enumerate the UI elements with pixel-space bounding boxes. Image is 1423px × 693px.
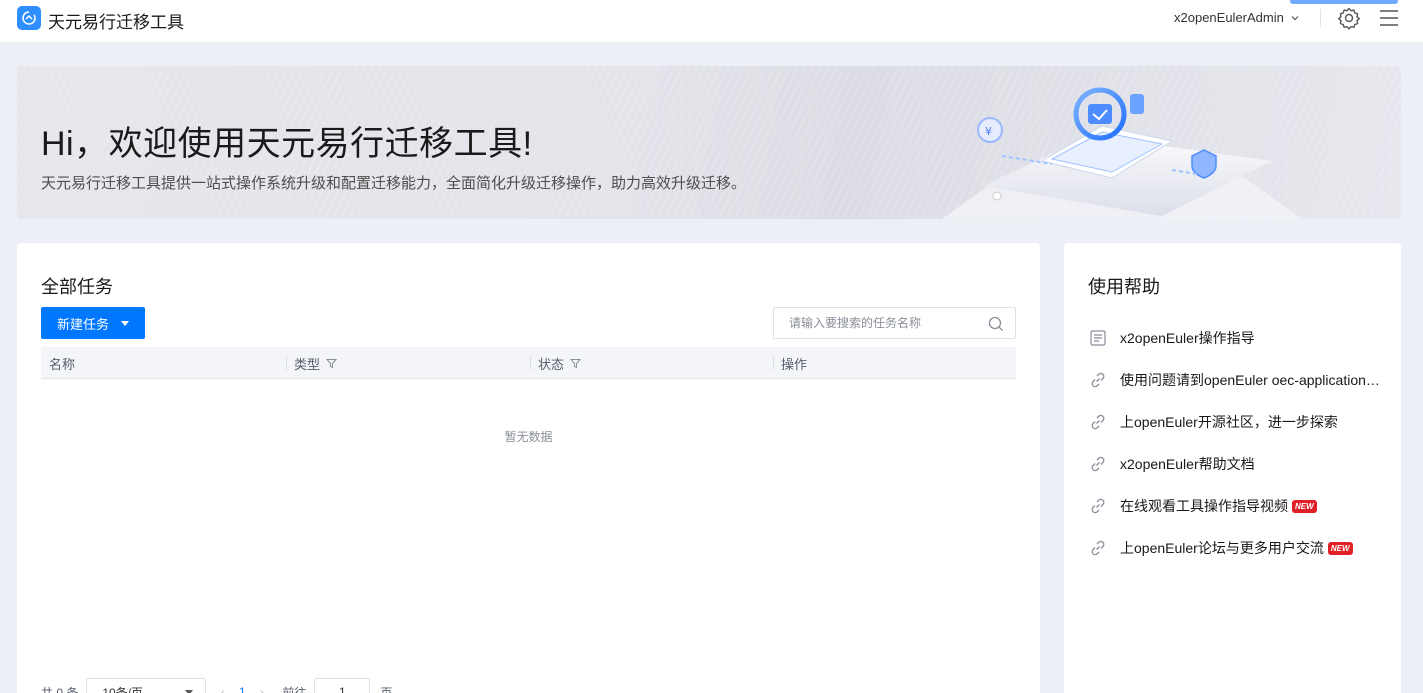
link-icon — [1091, 456, 1105, 472]
column-header-name: 名称 — [41, 347, 286, 379]
help-item-label: x2openEuler操作指导 — [1120, 330, 1255, 346]
help-item-operation-guide[interactable]: x2openEuler操作指导 — [1088, 317, 1388, 359]
app-logo-icon — [17, 6, 41, 30]
banner-illustration: ¥ — [942, 87, 1302, 219]
task-search-input[interactable] — [774, 316, 979, 330]
column-label-actions: 操作 — [781, 356, 808, 372]
hamburger-menu-icon[interactable] — [1378, 7, 1400, 29]
banner-title: Hi，欢迎使用天元易行迁移工具! — [41, 125, 533, 163]
new-task-button[interactable]: 新建任务 — [41, 307, 145, 339]
empty-state-text: 暂无数据 — [504, 430, 553, 444]
goto-label: 前往 — [282, 685, 307, 693]
help-item-community[interactable]: 上openEuler开源社区，进一步探索 — [1088, 401, 1388, 443]
help-item-help-docs[interactable]: x2openEuler帮助文档 — [1088, 443, 1388, 485]
tasks-table-header: 名称 类型 状态 操作 — [41, 347, 1016, 379]
help-list: x2openEuler操作指导 使用问题请到openEuler oec-appl… — [1088, 317, 1388, 569]
top-bar: 天元易行迁移工具 x2openEulerAdmin — [0, 0, 1423, 42]
tasks-title: 全部任务 — [41, 277, 113, 297]
column-header-actions: 操作 — [773, 347, 1016, 379]
filter-icon[interactable] — [326, 358, 338, 369]
column-label-name: 名称 — [49, 356, 76, 372]
column-label-type: 类型 — [294, 356, 321, 372]
total-count: 共 0 条 — [41, 685, 79, 693]
task-search-box — [773, 307, 1016, 339]
user-menu[interactable]: x2openEulerAdmin — [1174, 10, 1300, 25]
tasks-card: 全部任务 新建任务 名称 类型 状态 操作 暂无数据 共 0 条 10条/页 — [17, 243, 1040, 693]
help-item-forum[interactable]: 上openEuler论坛与更多用户交流 NEW — [1088, 527, 1388, 569]
link-icon — [1091, 498, 1105, 514]
new-task-label: 新建任务 — [56, 316, 109, 332]
new-badge: NEW — [1327, 541, 1353, 555]
help-item-label: 使用问题请到openEuler oec-application提交issue — [1120, 372, 1388, 388]
header-divider — [1320, 9, 1321, 27]
help-item-label: 上openEuler开源社区，进一步探索 — [1120, 414, 1338, 430]
document-icon — [1090, 330, 1106, 346]
page-size-value: 10条/页 — [102, 685, 144, 693]
help-item-submit-issue[interactable]: 使用问题请到openEuler oec-application提交issue — [1088, 359, 1388, 401]
page-size-select[interactable]: 10条/页 — [86, 678, 207, 693]
page-suffix: 页 — [380, 685, 393, 693]
welcome-banner: Hi，欢迎使用天元易行迁移工具! 天元易行迁移工具提供一站式操作系统升级和配置迁… — [17, 66, 1401, 219]
caret-down-icon — [121, 320, 129, 326]
column-header-status: 状态 — [530, 347, 773, 379]
link-icon — [1091, 540, 1105, 556]
help-title: 使用帮助 — [1088, 277, 1160, 297]
banner-subtitle: 天元易行迁移工具提供一站式操作系统升级和配置迁移能力，全面简化升级迁移操作，助力… — [41, 175, 747, 192]
gear-icon[interactable] — [1337, 6, 1361, 30]
prev-page-icon[interactable]: ‹ — [220, 684, 225, 693]
search-icon[interactable] — [988, 316, 1004, 332]
column-header-type: 类型 — [286, 347, 530, 379]
link-icon — [1091, 414, 1105, 430]
help-item-label: 上openEuler论坛与更多用户交流 — [1120, 540, 1324, 556]
next-page-icon[interactable]: › — [260, 684, 265, 693]
chevron-down-icon — [1291, 15, 1299, 20]
help-card: 使用帮助 x2openEuler操作指导 使用问题请到openEuler oec… — [1064, 243, 1401, 693]
chevron-down-icon — [185, 689, 194, 693]
user-name: x2openEulerAdmin — [1174, 10, 1284, 25]
pagination: 共 0 条 10条/页 ‹ 1 › 前往 页 — [41, 678, 392, 693]
new-badge: NEW — [1292, 499, 1317, 513]
svg-text:¥: ¥ — [985, 125, 992, 138]
filter-icon[interactable] — [570, 358, 582, 369]
goto-page-input[interactable] — [314, 678, 371, 693]
page-number-current[interactable]: 1 — [239, 685, 246, 693]
help-item-label: 在线观看工具操作指导视频 — [1120, 498, 1288, 514]
help-item-label: x2openEuler帮助文档 — [1120, 456, 1255, 472]
help-item-video-guide[interactable]: 在线观看工具操作指导视频 NEW — [1088, 485, 1388, 527]
app-title: 天元易行迁移工具 — [48, 13, 184, 32]
link-icon — [1091, 372, 1105, 388]
column-label-status: 状态 — [538, 356, 565, 372]
top-accent-bar — [1290, 0, 1398, 4]
